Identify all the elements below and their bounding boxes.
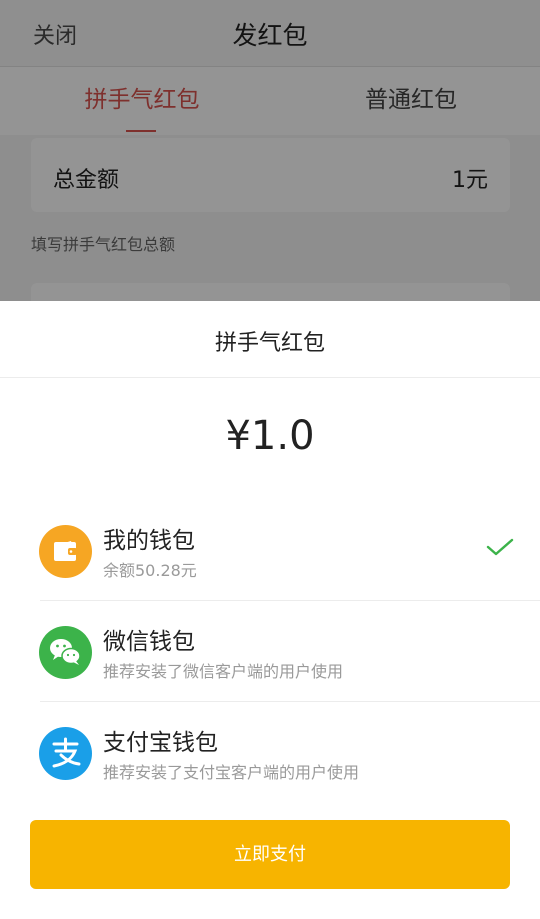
method-description: 推荐安装了微信客户端的用户使用 [103, 662, 344, 681]
divider [0, 377, 540, 378]
wallet-icon [39, 525, 92, 578]
method-name: 微信钱包 [103, 629, 195, 655]
payment-method-wallet[interactable]: 我的钱包 余额50.28元 [0, 501, 540, 601]
divider [40, 701, 540, 702]
sheet-title: 拼手气红包 [214, 331, 325, 356]
payment-method-alipay[interactable]: 支付宝钱包 推荐安装了支付宝客户端的用户使用 [0, 703, 540, 803]
method-balance: 余额50.28元 [103, 561, 197, 580]
divider [40, 600, 540, 601]
method-name: 支付宝钱包 [103, 730, 218, 756]
pay-now-button[interactable]: 立即支付 [30, 820, 510, 889]
method-name: 我的钱包 [103, 528, 195, 554]
payment-amount: ¥1.0 [225, 413, 315, 459]
payment-method-wechat[interactable]: 微信钱包 推荐安装了微信客户端的用户使用 [0, 602, 540, 702]
method-description: 推荐安装了支付宝客户端的用户使用 [103, 763, 360, 782]
wechat-icon [39, 626, 92, 679]
check-icon [486, 537, 514, 561]
payment-sheet: 拼手气红包 ¥1.0 我的钱包 余额50.28元 微信钱包 推荐安装了微信客户端… [0, 301, 540, 919]
alipay-icon [39, 727, 92, 780]
